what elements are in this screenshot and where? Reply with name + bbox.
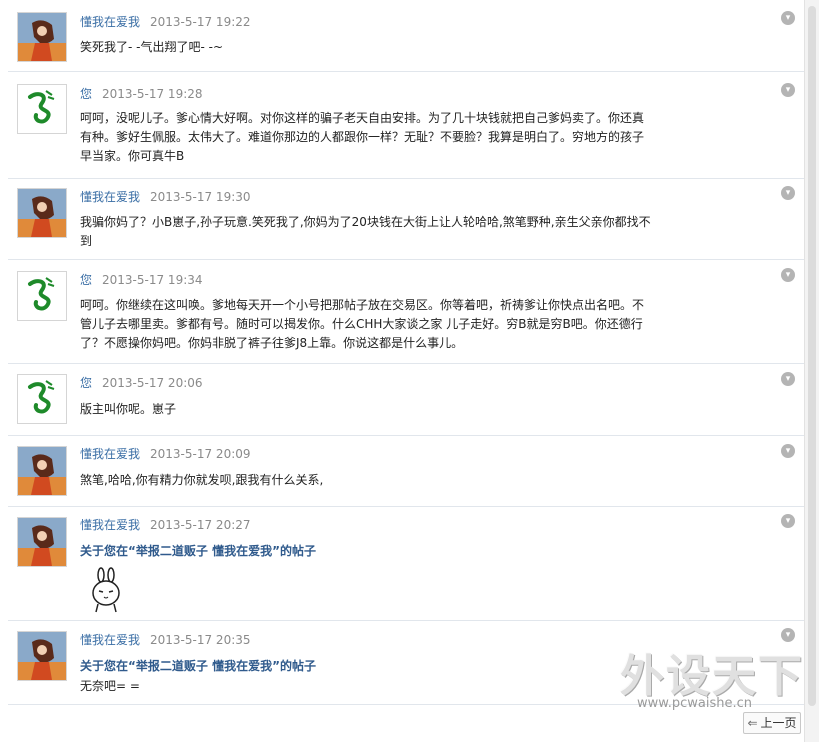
message-body: 无奈吧= = (80, 677, 698, 696)
message-body: 版主叫你呢。崽子 (80, 400, 698, 419)
message-line: 呵呵，没呢儿子。爹心情大好啊。对你这样的骗子老天自由安排。为了几十块钱就把自己爹… (80, 111, 645, 125)
timestamp: 2013-5-17 19:28 (102, 87, 203, 101)
sender-name[interactable]: 您 (80, 87, 92, 101)
vertical-scrollbar[interactable] (804, 0, 819, 742)
message-line: 到 (80, 234, 93, 248)
avatar[interactable] (17, 631, 67, 681)
message-separator (8, 259, 805, 260)
message-separator (8, 435, 805, 436)
watermark-url: www.pcwaishe.cn (637, 696, 752, 711)
rabbit-emoticon-icon (90, 567, 124, 617)
message-line: 管儿子去哪里卖。爹都有号。随时可以揭发你。什么CHH大家谈之家 儿子走好。穷B就… (80, 317, 643, 331)
message-line: 无奈吧= = (80, 679, 140, 693)
message-subject[interactable]: 关于您在“举报二道贩子 懂我在爱我”的帖子 (80, 657, 698, 676)
message-body: 呵呵。你继续在这叫唤。爹地每天开一个小号把那帖子放在交易区。你等着吧，祈祷爹让你… (80, 296, 698, 353)
avatar[interactable] (17, 374, 67, 424)
message-thread: 懂我在爱我 2013-5-17 19:22 笑死我了- -气出翔了吧- -~ ▾ … (0, 0, 805, 742)
scrollbar-thumb[interactable] (808, 6, 816, 706)
razer-snake-avatar-image (18, 272, 66, 320)
timestamp: 2013-5-17 19:30 (150, 190, 251, 204)
sender-name[interactable]: 您 (80, 273, 92, 287)
message-body: 呵呵，没呢儿子。爹心情大好啊。对你这样的骗子老天自由安排。为了几十块钱就把自己爹… (80, 109, 698, 166)
message-line: 笑死我了- -气出翔了吧- -~ (80, 40, 224, 54)
sender-name[interactable]: 懂我在爱我 (80, 15, 140, 29)
anime-avatar-image (18, 189, 66, 237)
avatar[interactable] (17, 446, 67, 496)
collapse-icon[interactable]: ▾ (781, 83, 795, 97)
avatar[interactable] (17, 271, 67, 321)
timestamp: 2013-5-17 20:35 (150, 633, 251, 647)
message-separator (8, 363, 805, 364)
sender-name[interactable]: 懂我在爱我 (80, 190, 140, 204)
message-body: 笑死我了- -气出翔了吧- -~ (80, 38, 698, 57)
message-line: 有种。爹好生佩服。太伟大了。难道你那边的人都跟你一样？无耻？不要脸？我算是明白了… (80, 130, 645, 144)
message-line: 早当家。你可真牛B (80, 149, 185, 163)
message-body: 煞笔,哈哈,你有精力你就发呗,跟我有什么关系, (80, 471, 698, 490)
timestamp: 2013-5-17 20:06 (102, 376, 203, 390)
collapse-icon[interactable]: ▾ (781, 268, 795, 282)
avatar[interactable] (17, 84, 67, 134)
timestamp: 2013-5-17 20:09 (150, 447, 251, 461)
razer-snake-avatar-image (18, 375, 66, 423)
message-line: 呵呵。你继续在这叫唤。爹地每天开一个小号把那帖子放在交易区。你等着吧，祈祷爹让你… (80, 298, 645, 312)
collapse-icon[interactable]: ▾ (781, 186, 795, 200)
timestamp: 2013-5-17 19:34 (102, 273, 203, 287)
collapse-icon[interactable]: ▾ (781, 372, 795, 386)
avatar[interactable] (17, 517, 67, 567)
message-body: 我骗你妈了？小B崽子,孙子玩意.笑死我了,你妈为了20块钱在大街上让人轮哈哈,煞… (80, 213, 698, 251)
anime-avatar-image (18, 447, 66, 495)
previous-page-button[interactable]: ⇐ 上一页 (743, 712, 801, 734)
watermark-title: 外设天下 (620, 651, 804, 702)
message-separator (8, 178, 805, 179)
collapse-icon[interactable]: ▾ (781, 11, 795, 25)
sender-name[interactable]: 懂我在爱我 (80, 633, 140, 647)
anime-avatar-image (18, 13, 66, 61)
message-line: 我骗你妈了？小B崽子,孙子玩意.笑死我了,你妈为了20块钱在大街上让人轮哈哈,煞… (80, 215, 651, 229)
message-line: 煞笔,哈哈,你有精力你就发呗,跟我有什么关系, (80, 473, 324, 487)
message-line: 版主叫你呢。崽子 (80, 402, 177, 416)
arrow-left-icon: ⇐ (747, 716, 758, 730)
timestamp: 2013-5-17 19:22 (150, 15, 251, 29)
collapse-icon[interactable]: ▾ (781, 514, 795, 528)
sender-name[interactable]: 您 (80, 376, 92, 390)
message-separator (8, 71, 805, 72)
message-separator (8, 620, 805, 621)
anime-avatar-image (18, 632, 66, 680)
avatar[interactable] (17, 12, 67, 62)
sender-name[interactable]: 懂我在爱我 (80, 518, 140, 532)
anime-avatar-image (18, 518, 66, 566)
avatar[interactable] (17, 188, 67, 238)
razer-snake-avatar-image (18, 85, 66, 133)
message-line: 了？不愿操你妈吧。你妈非脱了裤子往爹J8上靠。你说这都是什么事儿。 (80, 336, 464, 350)
timestamp: 2013-5-17 20:27 (150, 518, 251, 532)
message-separator (8, 506, 805, 507)
previous-page-label: 上一页 (760, 716, 797, 730)
message-subject[interactable]: 关于您在“举报二道贩子 懂我在爱我”的帖子 (80, 542, 698, 561)
collapse-icon[interactable]: ▾ (781, 444, 795, 458)
sender-name[interactable]: 懂我在爱我 (80, 447, 140, 461)
site-watermark: 外设天下 www.pcwaishe.cn (615, 640, 805, 720)
